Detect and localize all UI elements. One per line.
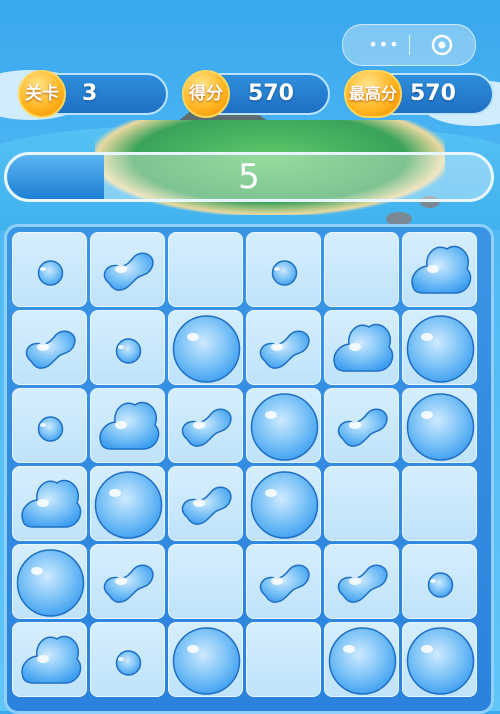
large-water-drop bbox=[250, 393, 319, 461]
board-cell-r4-c5[interactable] bbox=[324, 466, 399, 541]
best-score-badge: 最高分 bbox=[344, 70, 402, 118]
capsule-divider bbox=[409, 35, 410, 55]
peanut-water-drop bbox=[103, 564, 154, 603]
board-cell-r4-c3[interactable] bbox=[168, 466, 243, 541]
large-water-drop bbox=[250, 471, 319, 539]
large-water-drop bbox=[16, 549, 85, 617]
blob-water-drop bbox=[411, 245, 472, 294]
board-cell-r1-c2[interactable] bbox=[90, 232, 165, 307]
blob-water-drop bbox=[333, 323, 394, 372]
board-cell-r3-c3[interactable] bbox=[168, 388, 243, 463]
large-water-drop bbox=[328, 627, 397, 695]
board-cell-r2-c1[interactable] bbox=[12, 310, 87, 385]
tiny-water-drop bbox=[271, 260, 298, 286]
tiny-water-drop bbox=[37, 416, 64, 442]
peanut-water-drop bbox=[337, 564, 388, 603]
board-cell-r1-c1[interactable] bbox=[12, 232, 87, 307]
peanut-water-drop bbox=[337, 408, 388, 447]
peanut-water-drop bbox=[259, 564, 310, 603]
board-cell-r1-c5[interactable] bbox=[324, 232, 399, 307]
board-cell-r3-c5[interactable] bbox=[324, 388, 399, 463]
board-cell-r1-c4[interactable] bbox=[246, 232, 321, 307]
board-cell-r6-c1[interactable] bbox=[12, 622, 87, 697]
board-cell-r1-c6[interactable] bbox=[402, 232, 477, 307]
board-cell-r6-c3[interactable] bbox=[168, 622, 243, 697]
progress-value: 5 bbox=[238, 157, 260, 197]
target-close-icon[interactable] bbox=[431, 34, 453, 56]
board-cell-r3-c6[interactable] bbox=[402, 388, 477, 463]
blob-water-drop bbox=[21, 479, 82, 528]
large-water-drop bbox=[172, 627, 241, 695]
more-icon[interactable]: ••• bbox=[361, 37, 407, 53]
score-badge: 得分 bbox=[182, 70, 230, 118]
board-cell-r2-c3[interactable] bbox=[168, 310, 243, 385]
board-cell-r2-c2[interactable] bbox=[90, 310, 165, 385]
tiny-water-drop bbox=[115, 650, 142, 676]
board-cell-r6-c4[interactable] bbox=[246, 622, 321, 697]
board-cell-r4-c1[interactable] bbox=[12, 466, 87, 541]
board-cell-r5-c2[interactable] bbox=[90, 544, 165, 619]
mini-program-capsule: ••• bbox=[342, 24, 476, 66]
tiny-water-drop bbox=[37, 260, 64, 286]
blob-water-drop bbox=[21, 635, 82, 684]
board-cell-r6-c6[interactable] bbox=[402, 622, 477, 697]
peanut-water-drop bbox=[103, 252, 154, 291]
progress-bar: 5 bbox=[4, 152, 494, 202]
board-cell-r2-c6[interactable] bbox=[402, 310, 477, 385]
board-cell-r1-c3[interactable] bbox=[168, 232, 243, 307]
board-cell-r3-c4[interactable] bbox=[246, 388, 321, 463]
peanut-water-drop bbox=[181, 408, 232, 447]
board-cell-r5-c3[interactable] bbox=[168, 544, 243, 619]
score-value: 570 bbox=[248, 81, 294, 106]
board-cell-r5-c5[interactable] bbox=[324, 544, 399, 619]
tiny-water-drop bbox=[115, 338, 142, 364]
level-badge: 关卡 bbox=[18, 70, 66, 118]
tiny-water-drop bbox=[427, 572, 454, 598]
board-cell-r4-c6[interactable] bbox=[402, 466, 477, 541]
board-cell-r6-c5[interactable] bbox=[324, 622, 399, 697]
board-cell-r3-c2[interactable] bbox=[90, 388, 165, 463]
best-score-value: 570 bbox=[410, 81, 456, 106]
peanut-water-drop bbox=[25, 330, 76, 369]
peanut-water-drop bbox=[181, 486, 232, 525]
board-cell-r5-c4[interactable] bbox=[246, 544, 321, 619]
level-value: 3 bbox=[82, 81, 98, 106]
board-cell-r2-c5[interactable] bbox=[324, 310, 399, 385]
board-cell-r6-c2[interactable] bbox=[90, 622, 165, 697]
peanut-water-drop bbox=[259, 330, 310, 369]
board-cell-r5-c6[interactable] bbox=[402, 544, 477, 619]
board-cell-r4-c4[interactable] bbox=[246, 466, 321, 541]
large-water-drop bbox=[406, 393, 475, 461]
large-water-drop bbox=[172, 315, 241, 383]
board-cell-r4-c2[interactable] bbox=[90, 466, 165, 541]
board-cell-r3-c1[interactable] bbox=[12, 388, 87, 463]
large-water-drop bbox=[406, 315, 475, 383]
game-board bbox=[4, 224, 494, 714]
board-cell-r2-c4[interactable] bbox=[246, 310, 321, 385]
board-cell-r5-c1[interactable] bbox=[12, 544, 87, 619]
large-water-drop bbox=[94, 471, 163, 539]
blob-water-drop bbox=[99, 401, 160, 450]
large-water-drop bbox=[406, 627, 475, 695]
